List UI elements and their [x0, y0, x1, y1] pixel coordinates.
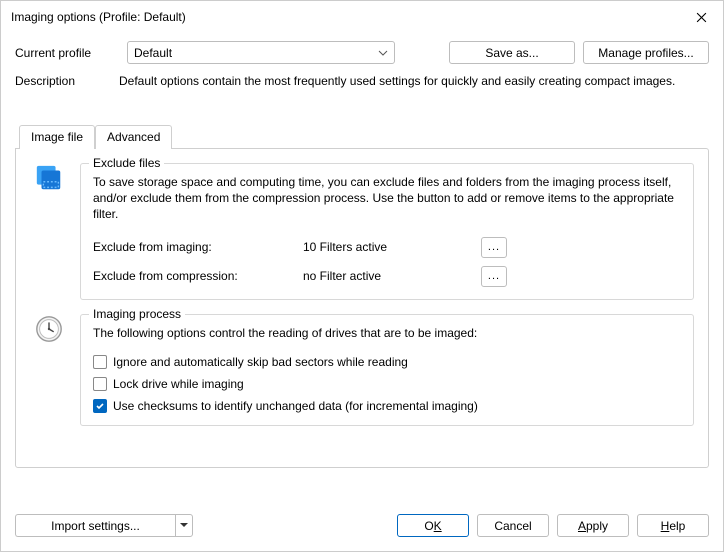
checkbox-skip-bad-sectors[interactable]: Ignore and automatically skip bad sector… [93, 355, 681, 369]
exclude-compression-row: Exclude from compression: no Filter acti… [93, 266, 681, 287]
imaging-process-fieldset: Imaging process The following options co… [80, 314, 694, 426]
imaging-process-section: Imaging process The following options co… [30, 314, 694, 426]
import-settings-split-button: Import settings... [15, 514, 193, 537]
checkbox-icon-checked [93, 399, 107, 413]
exclude-files-icon-wrap [30, 163, 68, 300]
tab-image-file[interactable]: Image file [19, 125, 95, 149]
imaging-process-icon-wrap [30, 314, 68, 426]
chevron-down-icon [378, 50, 388, 56]
window-title: Imaging options (Profile: Default) [11, 10, 186, 24]
imaging-process-intro: The following options control the readin… [93, 325, 681, 341]
dialog-body: Current profile Default Save as... Manag… [1, 33, 723, 502]
exclude-files-fieldset: Exclude files To save storage space and … [80, 163, 694, 300]
exclude-files-intro: To save storage space and computing time… [93, 174, 681, 223]
save-as-button[interactable]: Save as... [449, 41, 575, 64]
exclude-imaging-label: Exclude from imaging: [93, 240, 303, 254]
manage-profiles-label: Manage profiles... [598, 46, 693, 60]
exclude-files-legend: Exclude files [89, 156, 164, 170]
tab-row: Image file Advanced [15, 124, 709, 148]
imaging-process-legend: Imaging process [89, 307, 185, 321]
exclude-imaging-value: 10 Filters active [303, 240, 481, 254]
current-profile-label: Current profile [15, 46, 119, 60]
help-button[interactable]: Help [637, 514, 709, 537]
check-icon [95, 401, 105, 411]
profile-selected-value: Default [134, 46, 172, 60]
exclude-compression-value: no Filter active [303, 269, 481, 283]
close-button[interactable] [679, 2, 723, 32]
description-row: Description Default options contain the … [15, 74, 709, 88]
import-settings-dropdown[interactable] [175, 514, 193, 537]
ellipsis-icon: ... [488, 270, 500, 282]
checkbox-label: Lock drive while imaging [113, 377, 244, 391]
manage-profiles-button[interactable]: Manage profiles... [583, 41, 709, 64]
help-label: Help [661, 519, 686, 533]
import-settings-label: Import settings... [51, 519, 140, 533]
checkbox-lock-drive[interactable]: Lock drive while imaging [93, 377, 681, 391]
ellipsis-icon: ... [488, 241, 500, 253]
checkbox-label: Ignore and automatically skip bad sector… [113, 355, 408, 369]
cancel-button[interactable]: Cancel [477, 514, 549, 537]
exclude-compression-label: Exclude from compression: [93, 269, 303, 283]
profile-row: Current profile Default Save as... Manag… [15, 41, 709, 64]
clock-icon [34, 314, 64, 344]
exclude-imaging-row: Exclude from imaging: 10 Filters active … [93, 237, 681, 258]
description-label: Description [15, 74, 119, 88]
tab-advanced[interactable]: Advanced [95, 125, 172, 149]
checkbox-use-checksums[interactable]: Use checksums to identify unchanged data… [93, 399, 681, 413]
exclude-compression-edit-button[interactable]: ... [481, 266, 507, 287]
save-as-label: Save as... [485, 46, 538, 60]
dialog-window: Imaging options (Profile: Default) Curre… [0, 0, 724, 552]
apply-button[interactable]: Apply [557, 514, 629, 537]
tab-image-file-label: Image file [31, 130, 83, 144]
checkbox-icon [93, 355, 107, 369]
apply-label: Apply [578, 519, 608, 533]
close-icon [696, 12, 707, 23]
ok-label: OK [424, 519, 441, 533]
titlebar: Imaging options (Profile: Default) [1, 1, 723, 33]
checkbox-label: Use checksums to identify unchanged data… [113, 399, 478, 413]
tab-panel-advanced: Exclude files To save storage space and … [15, 148, 709, 468]
tabs-container: Image file Advanced Exclude files To sav [15, 124, 709, 468]
caret-down-icon [180, 523, 188, 528]
import-settings-button[interactable]: Import settings... [15, 514, 175, 537]
ok-button[interactable]: OK [397, 514, 469, 537]
checkbox-icon [93, 377, 107, 391]
exclude-files-section: Exclude files To save storage space and … [30, 163, 694, 300]
dialog-footer: Import settings... OK Cancel Apply Help [1, 502, 723, 551]
cancel-label: Cancel [494, 519, 531, 533]
tab-advanced-label: Advanced [107, 130, 160, 144]
exclude-imaging-edit-button[interactable]: ... [481, 237, 507, 258]
profile-select[interactable]: Default [127, 41, 395, 64]
files-icon [34, 163, 64, 193]
description-text: Default options contain the most frequen… [119, 74, 675, 88]
